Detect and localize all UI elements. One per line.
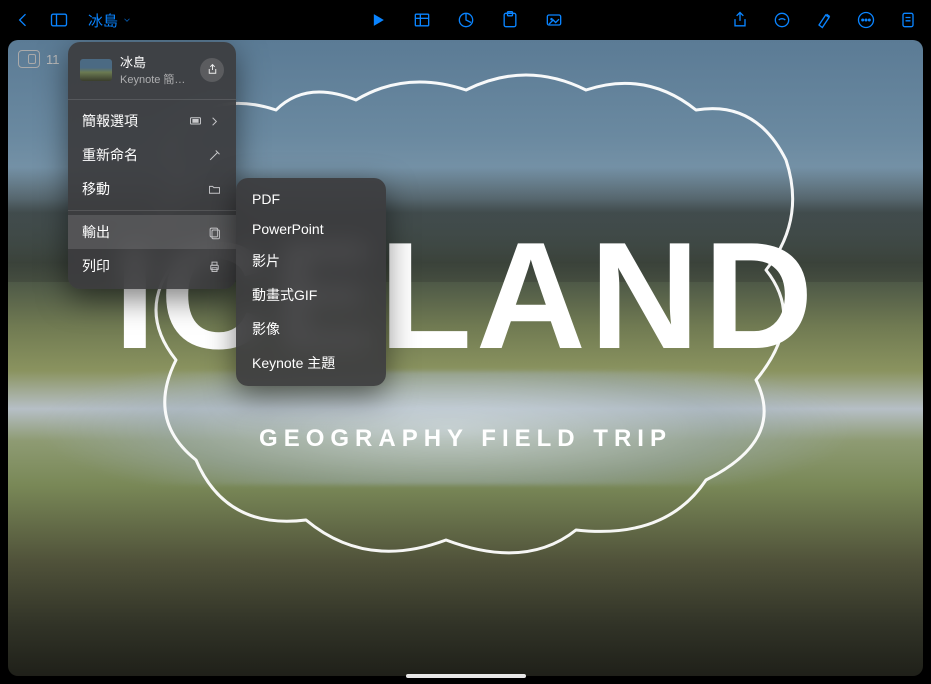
slides-icon <box>18 50 40 68</box>
submenu-item-label: 動畫式GIF <box>252 285 317 305</box>
submenu-item-gif[interactable]: 動畫式GIF <box>236 278 386 312</box>
chevron-right-icon <box>207 114 222 129</box>
menu-item-export[interactable]: 輸出 <box>68 215 236 249</box>
submenu-item-label: 影像 <box>252 319 280 339</box>
media-icon[interactable] <box>543 9 565 31</box>
menu-item-label: 列印 <box>82 256 110 276</box>
back-icon[interactable] <box>12 9 34 31</box>
submenu-item-label: PowerPoint <box>252 221 324 237</box>
submenu-item-label: PDF <box>252 191 280 207</box>
menu-share-button[interactable] <box>200 58 224 82</box>
home-indicator[interactable] <box>406 674 526 678</box>
folder-icon <box>207 182 222 197</box>
menu-item-label: 重新命名 <box>82 145 138 165</box>
more-icon[interactable] <box>855 9 877 31</box>
menu-doc-subtitle: Keynote 簡報⋯ <box>120 71 192 87</box>
submenu-item-powerpoint[interactable]: PowerPoint <box>236 214 386 244</box>
submenu-item-pdf[interactable]: PDF <box>236 184 386 214</box>
text-icon[interactable] <box>499 9 521 31</box>
table-icon[interactable] <box>411 9 433 31</box>
toolbar: 冰島 <box>0 0 931 40</box>
display-icon <box>188 114 203 129</box>
submenu-item-keynote-theme[interactable]: Keynote 主題 <box>236 346 386 380</box>
play-icon[interactable] <box>367 9 389 31</box>
menu-item-presentation-options[interactable]: 簡報選項 <box>68 104 236 138</box>
submenu-item-movie[interactable]: 影片 <box>236 244 386 278</box>
menu-item-label: 簡報選項 <box>82 111 138 131</box>
submenu-item-images[interactable]: 影像 <box>236 312 386 346</box>
document-title-label: 冰島 <box>88 10 118 31</box>
export-submenu: PDF PowerPoint 影片 動畫式GIF 影像 Keynote 主題 <box>236 178 386 386</box>
format-icon[interactable] <box>813 9 835 31</box>
menu-item-label: 輸出 <box>82 222 110 242</box>
document-settings-icon[interactable] <box>897 9 919 31</box>
menu-item-print[interactable]: 列印 <box>68 249 236 283</box>
share-icon[interactable] <box>729 9 751 31</box>
chart-icon[interactable] <box>455 9 477 31</box>
document-title-dropdown[interactable]: 冰島 <box>88 10 132 31</box>
slide-subtitle: GEOGRAPHY FIELD TRIP <box>8 425 923 453</box>
menu-item-rename[interactable]: 重新命名 <box>68 138 236 172</box>
sidebar-icon[interactable] <box>48 9 70 31</box>
collaborate-icon[interactable] <box>771 9 793 31</box>
menu-item-label: 移動 <box>82 179 110 199</box>
export-icon <box>207 225 222 240</box>
slide-count-label: 11 <box>46 52 60 67</box>
submenu-item-label: 影片 <box>252 251 280 271</box>
submenu-item-label: Keynote 主題 <box>252 353 335 373</box>
slide-navigator-toggle[interactable]: 11 <box>18 50 60 68</box>
printer-icon <box>207 259 222 274</box>
document-thumbnail <box>80 59 112 81</box>
chevron-down-icon <box>122 12 132 29</box>
pencil-icon <box>207 148 222 163</box>
menu-item-move[interactable]: 移動 <box>68 172 236 206</box>
menu-doc-title: 冰島 <box>120 52 192 71</box>
document-menu: 冰島 Keynote 簡報⋯ 簡報選項 重新命名 移動 輸出 <box>68 42 236 289</box>
menu-header: 冰島 Keynote 簡報⋯ <box>68 50 236 95</box>
